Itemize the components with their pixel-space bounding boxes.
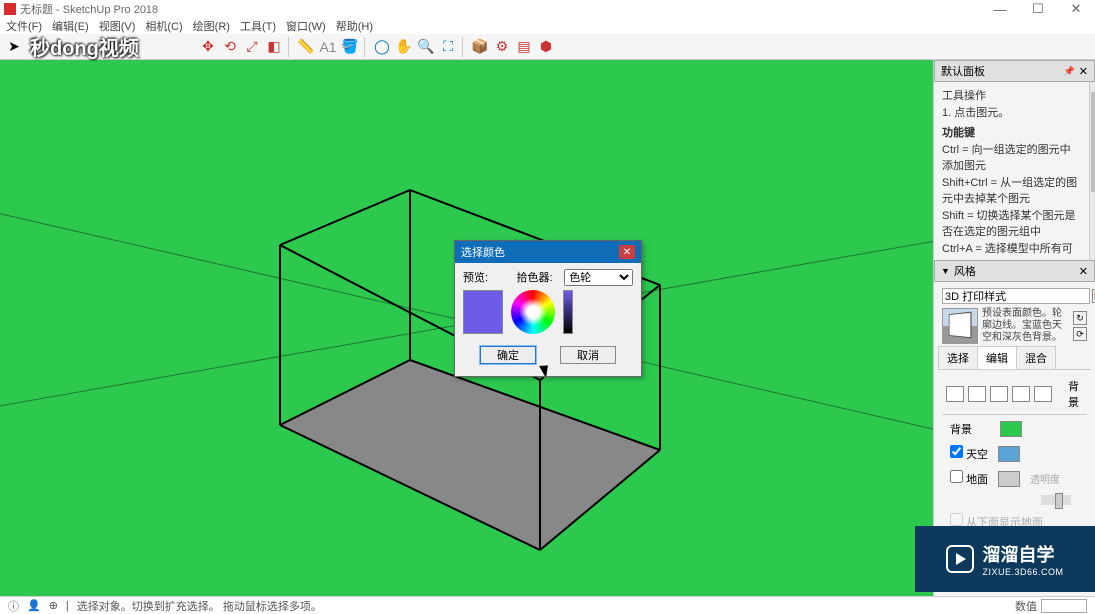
outliner-icon[interactable]: ⬢ bbox=[536, 37, 556, 57]
watermark-url: ZIXUE.3D66.COM bbox=[982, 567, 1063, 577]
styles-panel-header[interactable]: ▼ 风格 ✕ bbox=[934, 260, 1095, 282]
dialog-titlebar[interactable]: 选择颜色 ✕ bbox=[455, 241, 641, 263]
dialog-close-button[interactable]: ✕ bbox=[619, 245, 635, 259]
style-description: 预设表面颜色。轮廓边线。宝蓝色天空和深灰色背景。 bbox=[982, 308, 1069, 344]
status-icon[interactable]: ⓘ bbox=[8, 598, 19, 614]
video-watermark: 溜溜自学 ZIXUE.3D66.COM bbox=[915, 526, 1095, 592]
style-thumbnail[interactable] bbox=[942, 308, 978, 344]
edit-content: 背景 背景 天空 地面 透明度 bbox=[938, 370, 1091, 540]
window-controls: — ☐ ✕ bbox=[981, 0, 1095, 18]
zoom-extents-icon[interactable]: ⛶ bbox=[438, 37, 458, 57]
instructor-line: Shift+Ctrl = 从一组选定的图元中去掉某个图元 bbox=[942, 175, 1081, 208]
offset-tool-icon[interactable]: ◧ bbox=[264, 37, 284, 57]
orbit-tool-icon[interactable]: ◯ bbox=[372, 37, 392, 57]
ok-button[interactable]: 确定 bbox=[480, 346, 536, 364]
transparency-label: 透明度 bbox=[1030, 471, 1060, 486]
bg-section-label: 背景 bbox=[1056, 376, 1087, 412]
video-logo: 秒dong视频 bbox=[30, 32, 139, 61]
tab-mix[interactable]: 混合 bbox=[1016, 346, 1056, 369]
menu-tools[interactable]: 工具(T) bbox=[238, 18, 278, 34]
instructor-panel: 工具操作 1. 点击图元。 功能键 Ctrl = 向一组选定的图元中添加图元 S… bbox=[934, 82, 1089, 257]
background-swatch[interactable] bbox=[1000, 421, 1022, 437]
extension-icon[interactable]: ⚙ bbox=[492, 37, 512, 57]
styles-panel: 🏠 预设表面颜色。轮廓边线。宝蓝色天空和深灰色背景。 ↻ ⟳ 选择 编辑 混合 bbox=[934, 282, 1095, 544]
instructor-scrollbar[interactable] bbox=[1089, 82, 1095, 260]
measurement-input[interactable] bbox=[1041, 599, 1087, 613]
status-hint: 选择对象。切换到扩充选择。 拖动鼠标选择多项。 bbox=[77, 598, 322, 614]
minimize-button[interactable]: — bbox=[981, 0, 1019, 18]
watermark-settings-icon[interactable] bbox=[1012, 386, 1030, 402]
play-icon bbox=[946, 545, 974, 573]
window-title: 无标题 - SketchUp Pro 2018 bbox=[20, 1, 158, 17]
right-panel: 默认面板 📌 ✕ 工具操作 1. 点击图元。 功能键 Ctrl = 向一组选定的… bbox=[933, 60, 1095, 596]
status-geo-icon[interactable]: ⊕ bbox=[49, 599, 58, 612]
maximize-button[interactable]: ☐ bbox=[1019, 0, 1057, 18]
title-bar: 无标题 - SketchUp Pro 2018 — ☐ ✕ bbox=[0, 0, 1095, 18]
edit-mode-icons bbox=[942, 382, 1056, 406]
cancel-button[interactable]: 取消 bbox=[560, 346, 616, 364]
tab-select[interactable]: 选择 bbox=[938, 346, 978, 369]
face-settings-icon[interactable] bbox=[968, 386, 986, 402]
pin-icon[interactable]: 📌 bbox=[1064, 66, 1075, 77]
instructor-line: Ctrl+A = 选择模型中所有可见的图元 bbox=[942, 241, 1081, 258]
menu-camera[interactable]: 相机(C) bbox=[143, 18, 184, 34]
default-panel-header[interactable]: 默认面板 📌 ✕ bbox=[934, 60, 1095, 82]
value-slider[interactable] bbox=[563, 290, 573, 334]
picker-label: 拾色器: bbox=[516, 269, 564, 286]
rotate-tool-icon[interactable]: ⟲ bbox=[220, 37, 240, 57]
zoom-tool-icon[interactable]: 🔍 bbox=[416, 37, 436, 57]
status-bar: ⓘ 👤 ⊕ | 选择对象。切换到扩充选择。 拖动鼠标选择多项。 数值 bbox=[0, 596, 1095, 614]
menu-draw[interactable]: 绘图(R) bbox=[191, 18, 232, 34]
edge-settings-icon[interactable] bbox=[946, 386, 964, 402]
instructor-line: Ctrl = 向一组选定的图元中添加图元 bbox=[942, 142, 1081, 175]
sky-checkbox[interactable]: 天空 bbox=[950, 445, 988, 462]
panel-title: 默认面板 bbox=[941, 63, 985, 79]
tab-edit[interactable]: 编辑 bbox=[977, 346, 1017, 369]
sky-swatch[interactable] bbox=[998, 446, 1020, 462]
color-picker-dialog: 选择颜色 ✕ 预览: 拾色器: 色轮 确定 取消 bbox=[454, 240, 642, 377]
ground-checkbox[interactable]: 地面 bbox=[950, 470, 988, 487]
style-refresh-icon[interactable]: ⟳ bbox=[1073, 327, 1087, 341]
picker-mode-select[interactable]: 色轮 bbox=[564, 269, 633, 286]
dialog-title-text: 选择颜色 bbox=[461, 244, 505, 260]
layers-icon[interactable]: ▤ bbox=[514, 37, 534, 57]
preview-label: 预览: bbox=[463, 269, 516, 286]
bg-settings-icon[interactable] bbox=[990, 386, 1008, 402]
scale-tool-icon[interactable]: ⤢ bbox=[242, 37, 262, 57]
styles-title: 风格 bbox=[954, 263, 976, 279]
close-button[interactable]: ✕ bbox=[1057, 0, 1095, 18]
modeling-settings-icon[interactable] bbox=[1034, 386, 1052, 402]
move-tool-icon[interactable]: ✥ bbox=[198, 37, 218, 57]
status-user-icon[interactable]: 👤 bbox=[27, 599, 41, 612]
instructor-section: 功能键 bbox=[942, 125, 1081, 142]
transparency-slider[interactable] bbox=[1041, 495, 1071, 505]
instructor-line: 1. 点击图元。 bbox=[942, 105, 1081, 122]
text-tool-icon[interactable]: A1 bbox=[318, 37, 338, 57]
style-tabs: 选择 编辑 混合 bbox=[938, 346, 1091, 370]
mouse-cursor bbox=[542, 363, 554, 379]
menu-help[interactable]: 帮助(H) bbox=[334, 18, 375, 34]
instructor-line: Shift = 切换选择某个图元是否在选定的图元组中 bbox=[942, 208, 1081, 241]
select-tool-icon[interactable]: ➤ bbox=[4, 37, 24, 57]
style-name-input[interactable] bbox=[942, 288, 1090, 304]
measurement-label: 数值 bbox=[1015, 598, 1037, 614]
app-icon bbox=[4, 3, 16, 15]
menu-window[interactable]: 窗口(W) bbox=[284, 18, 328, 34]
warehouse-icon[interactable]: 📦 bbox=[470, 37, 490, 57]
menu-bar: 文件(F) 编辑(E) 视图(V) 相机(C) 绘图(R) 工具(T) 窗口(W… bbox=[0, 18, 1095, 34]
color-wheel[interactable] bbox=[511, 290, 555, 334]
collapse-icon: ▼ bbox=[941, 266, 950, 276]
color-preview-swatch bbox=[463, 290, 503, 334]
ground-swatch[interactable] bbox=[998, 471, 1020, 487]
paint-tool-icon[interactable]: 🪣 bbox=[340, 37, 360, 57]
style-new-icon[interactable]: ↻ bbox=[1073, 311, 1087, 325]
instructor-line: 工具操作 bbox=[942, 88, 1081, 105]
panel-close-icon[interactable]: ✕ bbox=[1079, 65, 1088, 78]
pan-tool-icon[interactable]: ✋ bbox=[394, 37, 414, 57]
watermark-title: 溜溜自学 bbox=[982, 541, 1063, 567]
background-label: 背景 bbox=[950, 421, 990, 437]
tape-tool-icon[interactable]: 📏 bbox=[296, 37, 316, 57]
styles-close-icon[interactable]: ✕ bbox=[1079, 265, 1088, 278]
toolbar: ➤ 秒dong视频 ✥ ⟲ ⤢ ◧ 📏 A1 🪣 ◯ ✋ 🔍 ⛶ 📦 ⚙ ▤ ⬢ bbox=[0, 34, 1095, 60]
